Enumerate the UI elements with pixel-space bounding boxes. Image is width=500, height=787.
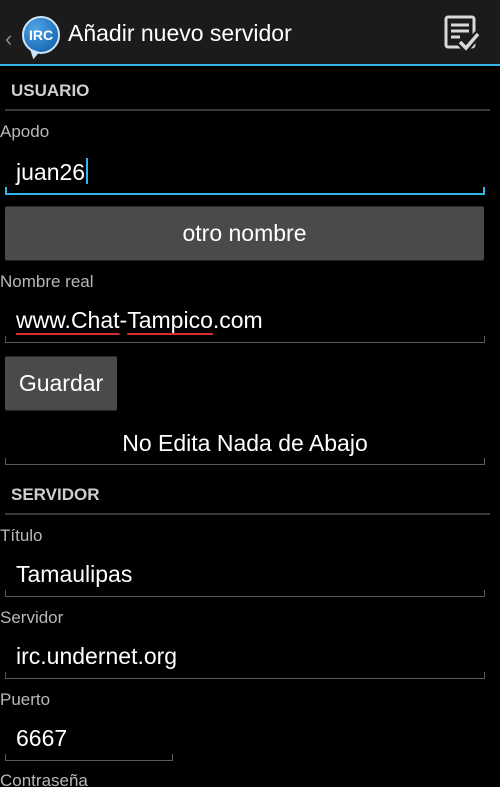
- nombre-real-input[interactable]: www.Chat-Tampico.com: [5, 303, 485, 343]
- guardar-button[interactable]: Guardar: [5, 356, 117, 411]
- puerto-input[interactable]: 6667: [5, 721, 173, 761]
- section-header-servidor: SERVIDOR: [11, 485, 100, 504]
- titulo-label: Título: [0, 526, 43, 545]
- apodo-label: Apodo: [0, 122, 50, 141]
- text-cursor: [86, 158, 89, 184]
- nombre-real-value: www.Chat-Tampico.com: [16, 307, 263, 333]
- otro-nombre-button[interactable]: otro nombre: [5, 206, 484, 261]
- titulo-input[interactable]: Tamaulipas: [5, 557, 485, 597]
- save-action-button[interactable]: [440, 14, 484, 54]
- section-divider: [5, 513, 490, 515]
- save-checklist-icon: [444, 15, 482, 54]
- contrasena-label: Contraseña: [0, 771, 88, 787]
- section-divider: [5, 109, 490, 111]
- servidor-value: irc.undernet.org: [16, 643, 178, 669]
- puerto-value: 6667: [16, 725, 68, 751]
- no-edita-field: No Edita Nada de Abajo: [5, 425, 485, 465]
- up-navigation[interactable]: ‹ IRC: [2, 8, 62, 58]
- no-edita-note: No Edita Nada de Abajo: [122, 430, 368, 456]
- nombre-real-label: Nombre real: [0, 272, 94, 291]
- page-title: Añadir nuevo servidor: [68, 20, 292, 46]
- apodo-value: juan26: [16, 159, 86, 185]
- action-bar: ‹ IRC Añadir nuevo servidor: [0, 0, 500, 66]
- irc-app-icon: IRC: [22, 16, 60, 54]
- puerto-label: Puerto: [0, 690, 51, 709]
- chevron-left-icon: ‹: [5, 26, 13, 51]
- titulo-value: Tamaulipas: [16, 561, 133, 587]
- section-header-usuario: USUARIO: [11, 81, 90, 100]
- servidor-input[interactable]: irc.undernet.org: [5, 639, 485, 679]
- add-server-screen: ‹ IRC Añadir nuevo servidor USUARIO Apod…: [0, 0, 500, 787]
- servidor-label: Servidor: [0, 608, 64, 627]
- apodo-input[interactable]: juan26: [5, 155, 485, 195]
